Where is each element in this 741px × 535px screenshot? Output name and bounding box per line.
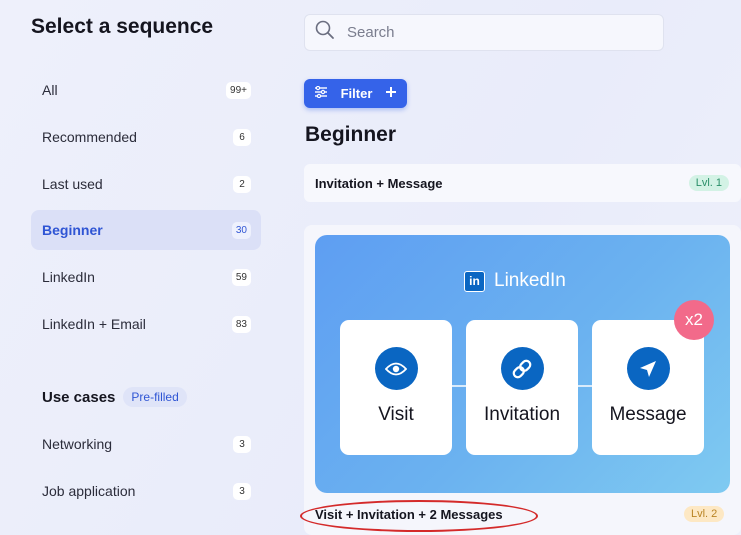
sidebar-item-last-used[interactable]: Last used 2 [31, 164, 261, 204]
step-label: Message [609, 404, 687, 425]
step-label: Visit [378, 404, 414, 425]
linkedin-logo-icon: in [464, 270, 485, 292]
step-visit: Visit [340, 320, 452, 455]
count-badge: 59 [231, 268, 251, 286]
count-badge: 30 [231, 221, 251, 239]
sidebar-title: Select a sequence [31, 15, 214, 38]
sidebar-item-label: Job application [42, 483, 136, 499]
sidebar-item-label: Beginner [42, 222, 103, 238]
sidebar-item-label: Networking [42, 436, 113, 452]
linkedin-brand: in LinkedIn [464, 270, 566, 292]
multiplier-badge: x2 [674, 300, 714, 340]
search-input[interactable] [347, 24, 627, 41]
sidebar-item-networking[interactable]: Networking 3 [31, 424, 261, 464]
count-badge: 83 [231, 315, 251, 333]
step-message: Message [592, 320, 704, 455]
search-icon [315, 20, 335, 45]
link-icon [500, 347, 544, 390]
sidebar-item-label: Last used [42, 176, 103, 192]
sidebar-item-job-application[interactable]: Job application 3 [31, 471, 261, 511]
count-badge: 3 [233, 482, 251, 500]
use-cases-title: Use cases [42, 388, 116, 406]
step-invitation: Invitation [466, 320, 578, 455]
plus-icon [385, 86, 397, 101]
sidebar-item-label: LinkedIn [42, 269, 95, 285]
count-badge: 3 [233, 435, 251, 453]
count-badge: 6 [233, 128, 251, 146]
sidebar-item-label: Recommended [42, 129, 137, 145]
sidebar-item-linkedin[interactable]: LinkedIn 59 [31, 257, 261, 297]
count-badge: 99+ [226, 81, 251, 99]
brand-label: LinkedIn [494, 270, 566, 291]
level-badge: Lvl. 2 [684, 506, 725, 522]
pre-filled-badge: Pre-filled [123, 387, 187, 407]
sidebar-item-all[interactable]: All 99+ [31, 70, 261, 110]
level-badge: Lvl. 1 [688, 175, 729, 191]
filter-label: Filter [340, 86, 373, 101]
sidebar-item-beginner[interactable]: Beginner 30 [31, 210, 261, 250]
send-icon [626, 347, 670, 390]
highlight-annotation [300, 500, 538, 532]
sidebar-item-linkedin-email[interactable]: LinkedIn + Email 83 [31, 304, 261, 344]
sidebar-item-recommended[interactable]: Recommended 6 [31, 117, 261, 157]
sliders-icon [314, 85, 328, 101]
search-box[interactable] [304, 14, 664, 51]
filter-button[interactable]: Filter [304, 79, 407, 108]
eye-icon [374, 347, 418, 390]
count-badge: 2 [233, 175, 251, 193]
use-cases-header: Use cases Pre-filled [42, 387, 187, 407]
sequence-card[interactable]: Invitation + Message Lvl. 1 [304, 164, 741, 202]
sidebar-item-label: All [42, 82, 58, 98]
step-label: Invitation [483, 404, 561, 425]
sidebar-item-label: LinkedIn + Email [42, 316, 146, 332]
sequence-title: Invitation + Message [315, 175, 443, 191]
page-title: Beginner [305, 123, 397, 146]
